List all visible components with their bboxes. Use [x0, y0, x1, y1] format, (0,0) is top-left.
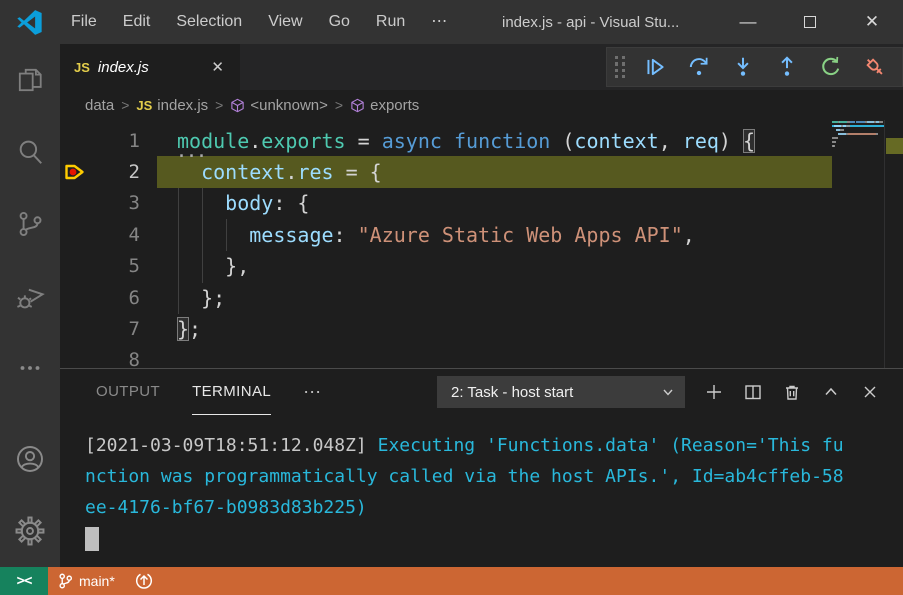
minimap-line	[832, 148, 884, 152]
debug-step-into-icon[interactable]	[726, 50, 760, 84]
breadcrumb-separator: >	[121, 97, 129, 113]
line-number: 6	[85, 287, 140, 309]
menu-selection[interactable]: Selection	[163, 0, 255, 44]
code-line[interactable]: 1module.exports = async function (contex…	[60, 125, 832, 156]
menu-edit[interactable]: Edit	[110, 0, 164, 44]
overview-ruler-marker	[886, 138, 903, 154]
breadcrumb-separator: >	[335, 97, 343, 113]
symbol-namespace-icon	[230, 98, 245, 113]
symbol-namespace-icon	[350, 98, 365, 113]
breadcrumb-separator: >	[215, 97, 223, 113]
maximize-button[interactable]	[779, 0, 841, 44]
code-line[interactable]: 7};	[60, 313, 832, 344]
publish-changes-button[interactable]	[125, 567, 163, 595]
terminal-cursor	[85, 527, 99, 551]
terminal-line: nction was programmatically called via t…	[85, 461, 903, 492]
panel-actions	[699, 377, 885, 407]
minimap[interactable]	[832, 120, 884, 368]
line-number: 5	[85, 255, 140, 277]
vscode-window: FileEditSelectionViewGoRun⋯ index.js - a…	[0, 0, 903, 595]
debug-step-out-icon[interactable]	[770, 50, 804, 84]
close-button[interactable]: ✕	[841, 0, 903, 44]
code-line[interactable]: 2 context.res = {	[60, 156, 832, 187]
search-icon[interactable]	[0, 116, 60, 188]
debug-restart-icon[interactable]	[814, 50, 848, 84]
chevron-down-icon	[661, 385, 675, 399]
breadcrumb: data > JSindex.js > <unknown> > exports	[60, 90, 903, 120]
menu-go[interactable]: Go	[316, 0, 363, 44]
status-bar: >< main*	[0, 567, 903, 595]
js-file-icon: JS	[136, 98, 152, 113]
kill-terminal-trash-icon[interactable]	[777, 377, 807, 407]
minimize-button[interactable]: —	[717, 0, 779, 44]
tab-close-icon[interactable]: ✕	[205, 56, 230, 78]
tab-index-js[interactable]: JS index.js ✕	[60, 44, 240, 90]
more-actions-icon[interactable]	[0, 332, 60, 404]
close-panel-icon[interactable]	[855, 377, 885, 407]
inline-hint-dots: ···	[177, 147, 207, 165]
vscode-logo-icon	[0, 9, 58, 36]
terminal-line: ee-4176-bf67-b0983d83b225)	[85, 492, 903, 523]
tab-output[interactable]: OUTPUT	[96, 369, 160, 415]
toolbar-drag-grip[interactable]	[615, 56, 626, 79]
breadcrumb-item[interactable]: data	[85, 97, 114, 114]
terminal-line: [2021-03-09T18:51:12.048Z] Executing 'Fu…	[85, 430, 903, 461]
maximize-panel-chevron-icon[interactable]	[816, 377, 846, 407]
menu-file[interactable]: File	[58, 0, 110, 44]
activity-bar	[0, 44, 60, 567]
menu-more[interactable]: ⋯	[418, 0, 460, 44]
bottom-panel: OUTPUT TERMINAL ⋯ 2: Task - host start	[60, 368, 903, 567]
title-bar: FileEditSelectionViewGoRun⋯ index.js - a…	[0, 0, 903, 44]
menu-run[interactable]: Run	[363, 0, 418, 44]
branch-icon	[58, 572, 73, 590]
tab-label: index.js	[98, 59, 198, 76]
debug-step-over-icon[interactable]	[682, 50, 716, 84]
code-line[interactable]: 8	[60, 345, 832, 368]
terminal-selector-value: 2: Task - host start	[451, 384, 661, 401]
code-editor[interactable]: 1module.exports = async function (contex…	[60, 120, 903, 368]
menu-view[interactable]: View	[255, 0, 315, 44]
code-line[interactable]: 3 body: {	[60, 188, 832, 219]
code-lines: 1module.exports = async function (contex…	[60, 125, 832, 368]
run-and-debug-icon[interactable]	[0, 260, 60, 332]
js-file-icon: JS	[74, 60, 90, 75]
debug-toolbar	[606, 47, 903, 87]
code-line[interactable]: 5 },	[60, 251, 832, 282]
breadcrumb-item[interactable]: exports	[350, 97, 419, 114]
breadcrumb-item[interactable]: JSindex.js	[136, 97, 208, 114]
window-title: index.js - api - Visual Stu...	[460, 14, 717, 31]
tab-terminal[interactable]: TERMINAL	[192, 369, 271, 415]
branch-name: main*	[79, 573, 115, 589]
account-icon[interactable]	[0, 423, 60, 495]
panel-more-icon[interactable]: ⋯	[303, 382, 323, 403]
settings-gear-icon[interactable]	[0, 495, 60, 567]
breadcrumb-item[interactable]: <unknown>	[230, 97, 328, 114]
explorer-icon[interactable]	[0, 44, 60, 116]
window-controls: — ✕	[717, 0, 903, 44]
overview-ruler[interactable]	[884, 120, 903, 368]
remote-indicator[interactable]: ><	[0, 567, 48, 595]
git-branch-status[interactable]: main*	[48, 567, 125, 595]
current-line-breakpoint-icon[interactable]	[64, 163, 86, 181]
split-terminal-icon[interactable]	[738, 377, 768, 407]
line-number: 1	[85, 130, 140, 152]
terminal-selector-dropdown[interactable]: 2: Task - host start	[437, 376, 685, 408]
debug-disconnect-icon[interactable]	[858, 50, 892, 84]
line-number: 7	[85, 318, 140, 340]
line-number: 2	[85, 161, 140, 183]
line-number: 3	[85, 192, 140, 214]
code-line[interactable]: 6 };	[60, 282, 832, 313]
line-number: 8	[85, 349, 140, 368]
line-number: 4	[85, 224, 140, 246]
terminal-output[interactable]: [2021-03-09T18:51:12.048Z] Executing 'Fu…	[60, 415, 903, 567]
publish-cloud-icon	[135, 572, 153, 590]
source-control-icon[interactable]	[0, 188, 60, 260]
debug-continue-icon[interactable]	[638, 50, 672, 84]
new-terminal-icon[interactable]	[699, 377, 729, 407]
panel-header: OUTPUT TERMINAL ⋯ 2: Task - host start	[60, 369, 903, 415]
menu-bar: FileEditSelectionViewGoRun⋯	[58, 0, 460, 44]
code-line[interactable]: 4 message: "Azure Static Web Apps API",	[60, 219, 832, 250]
editor-tab-bar: JS index.js ✕	[60, 44, 903, 90]
